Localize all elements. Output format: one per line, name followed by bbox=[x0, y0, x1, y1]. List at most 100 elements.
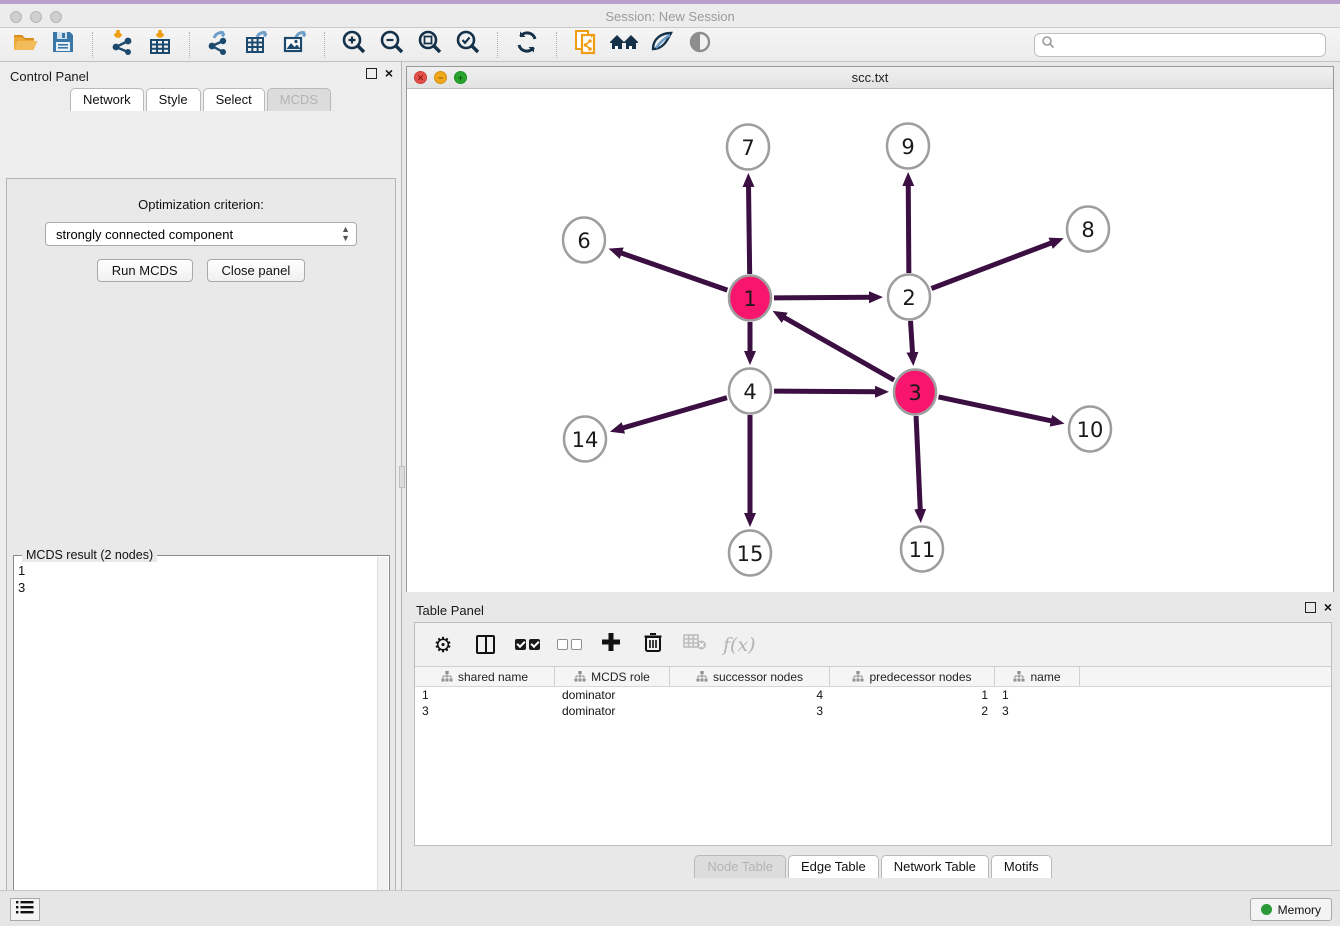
tab-motifs[interactable]: Motifs bbox=[991, 855, 1052, 878]
tab-mcds[interactable]: MCDS bbox=[267, 88, 331, 111]
close-panel-icon[interactable]: × bbox=[385, 68, 393, 79]
graph-node-14[interactable]: 14 bbox=[564, 417, 606, 462]
zoom-in-icon bbox=[341, 29, 367, 60]
graph-node-7[interactable]: 7 bbox=[727, 125, 769, 170]
svg-text:3: 3 bbox=[908, 381, 921, 405]
graph-edge-2-9[interactable] bbox=[908, 184, 909, 273]
column-header-name[interactable]: name bbox=[995, 667, 1080, 686]
float-table-panel-icon[interactable] bbox=[1305, 602, 1316, 613]
plus-icon bbox=[600, 631, 622, 658]
table-cell[interactable]: dominator bbox=[555, 687, 670, 703]
table-cell[interactable]: 3 bbox=[670, 703, 830, 719]
paint-style-icon bbox=[649, 29, 675, 60]
table-cell[interactable]: 3 bbox=[995, 703, 1080, 719]
table-panel-mode-button[interactable] bbox=[471, 631, 499, 659]
table-cell[interactable]: 1 bbox=[415, 687, 555, 703]
memory-button[interactable]: Memory bbox=[1250, 898, 1332, 921]
splitter-grip[interactable] bbox=[399, 466, 405, 488]
zoom-in-button[interactable] bbox=[339, 31, 369, 59]
table-row[interactable]: 3dominator323 bbox=[415, 703, 1331, 719]
clone-network-button[interactable] bbox=[571, 31, 601, 59]
graph-edge-1-7[interactable] bbox=[749, 185, 750, 274]
column-header-MCDS-role[interactable]: MCDS role bbox=[555, 667, 670, 686]
graph-edge-3-1[interactable] bbox=[783, 317, 894, 380]
graph-node-9[interactable]: 9 bbox=[887, 124, 929, 169]
table-cell[interactable]: 4 bbox=[670, 687, 830, 703]
export-table-button[interactable] bbox=[242, 31, 272, 59]
run-mcds-button[interactable]: Run MCDS bbox=[97, 259, 193, 282]
create-column-button[interactable] bbox=[597, 631, 625, 659]
tree-icon bbox=[441, 671, 453, 682]
zoom-fit-button[interactable] bbox=[415, 31, 445, 59]
select-all-rows-button[interactable] bbox=[513, 631, 541, 659]
graph-node-3[interactable]: 3 bbox=[894, 370, 936, 415]
graph-edge-4-14[interactable] bbox=[621, 398, 726, 429]
table-header-row: shared nameMCDS rolesuccessor nodesprede… bbox=[415, 667, 1331, 687]
tab-network-table[interactable]: Network Table bbox=[881, 855, 989, 878]
column-header-shared-name[interactable]: shared name bbox=[415, 667, 555, 686]
tab-network[interactable]: Network bbox=[70, 88, 144, 111]
float-panel-icon[interactable] bbox=[366, 68, 377, 79]
deselect-all-rows-button[interactable] bbox=[555, 631, 583, 659]
import-network-icon bbox=[109, 29, 135, 60]
graph-node-2[interactable]: 2 bbox=[888, 275, 930, 320]
optimization-criterion-select[interactable]: strongly connected component ▲▼ bbox=[45, 222, 357, 246]
search-field[interactable] bbox=[1034, 33, 1326, 57]
tab-select[interactable]: Select bbox=[203, 88, 265, 111]
control-panel-tabs: NetworkStyleSelectMCDS bbox=[0, 88, 401, 111]
open-session-button[interactable] bbox=[10, 31, 40, 59]
table-cell[interactable]: 1 bbox=[830, 687, 995, 703]
save-session-button[interactable] bbox=[48, 31, 78, 59]
export-network-button[interactable] bbox=[204, 31, 234, 59]
import-network-button[interactable] bbox=[107, 31, 137, 59]
graph-node-6[interactable]: 6 bbox=[563, 218, 605, 263]
show-hide-button[interactable] bbox=[685, 31, 715, 59]
table-toolbar: ⚙ f(x) bbox=[415, 623, 1331, 667]
tab-edge-table[interactable]: Edge Table bbox=[788, 855, 879, 878]
gear-icon: ⚙ bbox=[434, 633, 453, 657]
graph-edge-1-2[interactable] bbox=[774, 297, 871, 298]
column-header-predecessor-nodes[interactable]: predecessor nodes bbox=[830, 667, 995, 686]
search-input[interactable] bbox=[1055, 38, 1319, 52]
result-scrollbar[interactable] bbox=[377, 557, 388, 926]
tab-node-table[interactable]: Node Table bbox=[694, 855, 786, 878]
close-table-panel-icon[interactable]: × bbox=[1324, 602, 1332, 613]
graph-node-11[interactable]: 11 bbox=[901, 527, 943, 572]
graph-node-4[interactable]: 4 bbox=[729, 369, 771, 414]
graph-edge-3-10[interactable] bbox=[938, 397, 1052, 421]
home-icon bbox=[609, 30, 639, 59]
graph-edge-1-6[interactable] bbox=[620, 253, 727, 291]
network-canvas[interactable]: 7 9 6 8 1 2 4 3 14 10 15 11 bbox=[407, 89, 1333, 592]
graph-edge-2-3[interactable] bbox=[911, 321, 913, 354]
first-neighbors-button[interactable] bbox=[609, 31, 639, 59]
table-cell[interactable]: 1 bbox=[995, 687, 1080, 703]
import-table-button[interactable] bbox=[145, 31, 175, 59]
table-cell[interactable]: dominator bbox=[555, 703, 670, 719]
table-row[interactable]: 1dominator411 bbox=[415, 687, 1331, 703]
delete-column-button[interactable] bbox=[639, 631, 667, 659]
zoom-selected-button[interactable] bbox=[453, 31, 483, 59]
export-image-icon bbox=[282, 29, 308, 60]
table-cell[interactable]: 3 bbox=[415, 703, 555, 719]
tab-style[interactable]: Style bbox=[146, 88, 201, 111]
column-header-successor-nodes[interactable]: successor nodes bbox=[670, 667, 830, 686]
graph-edge-2-8[interactable] bbox=[931, 242, 1052, 288]
zoom-out-button[interactable] bbox=[377, 31, 407, 59]
graph-node-10[interactable]: 10 bbox=[1069, 407, 1111, 452]
network-window-titlebar[interactable]: ✕ − + scc.txt bbox=[407, 67, 1333, 89]
visual-style-button[interactable] bbox=[647, 31, 677, 59]
mcds-result-text[interactable]: 1 3 bbox=[18, 562, 375, 926]
task-history-button[interactable] bbox=[10, 898, 40, 921]
close-panel-button[interactable]: Close panel bbox=[207, 259, 306, 282]
apply-layout-button[interactable] bbox=[512, 31, 542, 59]
graph-node-8[interactable]: 8 bbox=[1067, 207, 1109, 252]
table-settings-button[interactable]: ⚙ bbox=[429, 631, 457, 659]
zoom-fit-icon bbox=[417, 29, 443, 60]
table-cell[interactable]: 2 bbox=[830, 703, 995, 719]
graph-edge-4-3[interactable] bbox=[774, 391, 877, 392]
graph-node-1[interactable]: 1 bbox=[729, 276, 771, 321]
trash-icon bbox=[643, 631, 663, 658]
graph-edge-3-11[interactable] bbox=[916, 416, 920, 511]
graph-node-15[interactable]: 15 bbox=[729, 531, 771, 576]
export-image-button[interactable] bbox=[280, 31, 310, 59]
